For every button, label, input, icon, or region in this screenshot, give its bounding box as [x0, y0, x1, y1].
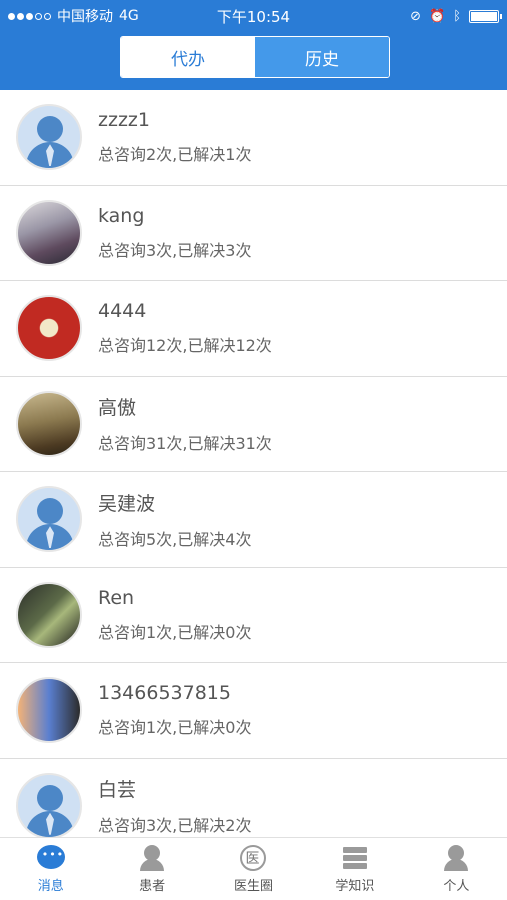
- consult-summary: 总咨询5次,已解决4次: [98, 529, 252, 549]
- patient-name: 4444: [98, 300, 147, 323]
- consult-summary: 总咨询1次,已解决0次: [98, 622, 252, 642]
- avatar: [16, 390, 82, 457]
- patient-name: Ren: [98, 586, 135, 609]
- list-item[interactable]: kang 总咨询3次,已解决3次: [0, 186, 507, 281]
- list-item[interactable]: Ren 总咨询1次,已解决0次: [0, 568, 507, 663]
- list-item[interactable]: 4444 总咨询12次,已解决12次: [0, 281, 507, 377]
- status-time: 下午10:54: [216, 7, 291, 26]
- tab-label: 消息: [37, 878, 64, 894]
- tab-label: 医生圈: [234, 878, 274, 894]
- chat-icon: [36, 844, 65, 871]
- tab-learn[interactable]: 学知识: [304, 838, 405, 900]
- books-icon: [341, 845, 369, 871]
- avatar: [16, 677, 82, 744]
- patient-name: 吴建波: [98, 492, 156, 515]
- list-item[interactable]: 白芸 总咨询3次,已解决2次: [0, 759, 507, 837]
- list-item[interactable]: zzzz1 总咨询2次,已解决1次: [0, 90, 507, 186]
- bottom-tab-bar: 消息 患者 医 医生圈 学知识 个人: [0, 837, 507, 900]
- tab-profile[interactable]: 个人: [406, 838, 507, 900]
- patient-icon: [138, 844, 166, 871]
- consult-summary: 总咨询31次,已解决31次: [98, 434, 272, 454]
- tab-patients[interactable]: 患者: [101, 838, 202, 900]
- tab-label: 患者: [139, 878, 166, 894]
- default-user-icon: [16, 772, 82, 837]
- battery-icon: [469, 9, 502, 23]
- consult-summary: 总咨询3次,已解决2次: [98, 816, 252, 836]
- carrier-label: 中国移动: [57, 9, 113, 25]
- consult-summary: 总咨询1次,已解决0次: [98, 718, 252, 738]
- default-user-icon: [16, 104, 82, 171]
- doctor-circle-icon: 医: [239, 844, 268, 871]
- tab-history[interactable]: 历史: [255, 37, 389, 77]
- patient-name: zzzz1: [98, 109, 150, 132]
- tab-label: 个人: [443, 878, 470, 894]
- avatar: [16, 581, 82, 648]
- network-label: 4G: [119, 8, 139, 24]
- list-item[interactable]: 13466537815 总咨询1次,已解决0次: [0, 663, 507, 759]
- tab-todo[interactable]: 代办: [121, 37, 255, 77]
- list-item[interactable]: 吴建波 总咨询5次,已解决4次: [0, 472, 507, 568]
- tab-label: 学知识: [335, 878, 375, 894]
- tab-doctor-circle[interactable]: 医 医生圈: [203, 838, 304, 900]
- signal-strength-icon: [8, 12, 51, 20]
- conversation-list[interactable]: zzzz1 总咨询2次,已解决1次 kang 总咨询3次,已解决3次 4444 …: [0, 90, 507, 837]
- todo-history-segmented-control: 代办 历史: [120, 36, 390, 78]
- list-item[interactable]: 高傲 总咨询31次,已解决31次: [0, 377, 507, 472]
- consult-summary: 总咨询12次,已解决12次: [98, 336, 272, 356]
- alarm-icon: ⏰: [429, 8, 446, 24]
- status-bar: 中国移动 4G 下午10:54 ⊘ ⏰ ᛒ: [0, 0, 507, 32]
- tab-messages[interactable]: 消息: [0, 838, 101, 900]
- patient-name: kang: [98, 204, 145, 227]
- avatar: [16, 295, 82, 362]
- avatar: [16, 199, 82, 266]
- header-bar: 中国移动 4G 下午10:54 ⊘ ⏰ ᛒ 代办 历史: [0, 0, 507, 90]
- default-user-icon: [16, 486, 82, 553]
- patient-name: 13466537815: [98, 682, 231, 705]
- consult-summary: 总咨询3次,已解决3次: [98, 240, 252, 260]
- consult-summary: 总咨询2次,已解决1次: [98, 145, 252, 165]
- bluetooth-icon: ᛒ: [453, 8, 461, 24]
- person-icon: [442, 844, 470, 871]
- patient-name: 高傲: [98, 397, 137, 420]
- patient-name: 白芸: [98, 779, 137, 802]
- lock-rotation-icon: ⊘: [410, 8, 421, 24]
